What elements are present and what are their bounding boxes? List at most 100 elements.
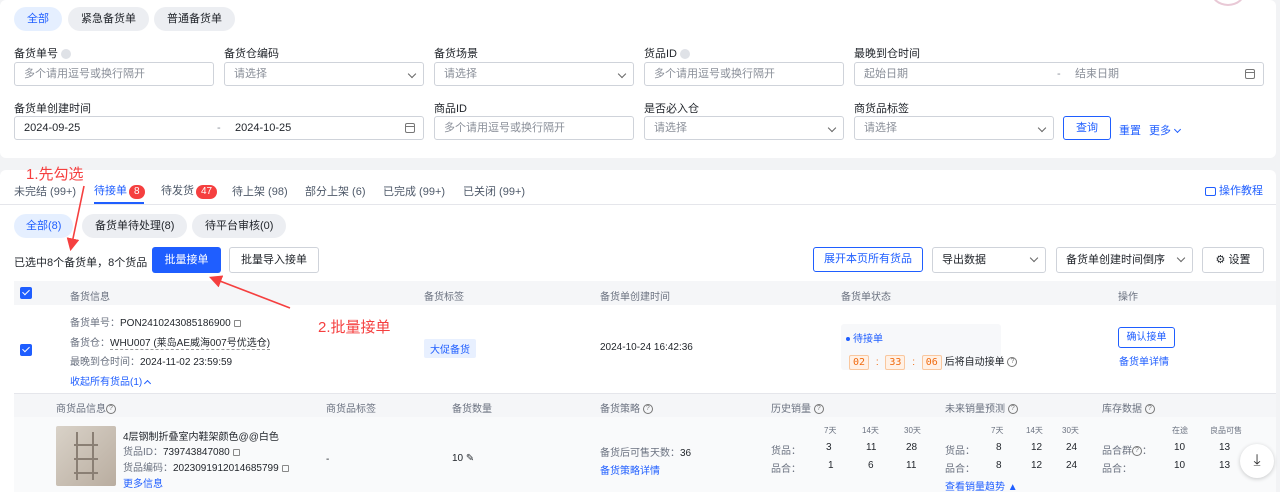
more-info-link[interactable]: 更多信息 — [123, 475, 163, 490]
future-row-group-label: 品合： — [945, 464, 975, 475]
order-no: 备货单号：PON2410243085186900 — [70, 314, 241, 329]
hist-col-7: 7天 — [824, 426, 837, 435]
order-detail-link[interactable]: 备货单详情 — [1119, 353, 1169, 368]
tab-completed[interactable]: 已完成 (99+) — [383, 183, 445, 199]
end-date[interactable]: 结束日期 — [1075, 63, 1119, 85]
tab-pending-ship[interactable]: 待发货 47 — [161, 182, 218, 199]
product-tag-select[interactable]: 请选择 — [854, 116, 1054, 140]
header-order-info: 备货信息 — [70, 292, 110, 303]
tab-closed[interactable]: 已关闭 (99+) — [463, 183, 525, 199]
order-latest-arrival: 最晚到仓时间：2024-11-02 23:59:59 — [70, 357, 233, 368]
sub-header-forecast: 未来销量预测 ? — [945, 400, 1018, 415]
auto-accept-countdown: 02 : 33 : 06 后将自动接单 ? — [849, 353, 1018, 370]
gear-icon: ⚙ — [1215, 254, 1226, 266]
stock-group-sellable: 13 — [1219, 442, 1231, 453]
latest-arrival-range[interactable]: 起始日期 - 结束日期 — [854, 62, 1264, 86]
reset-button[interactable]: 重置 — [1119, 122, 1141, 138]
future-col-14: 14天 — [1026, 426, 1043, 435]
hist-group-14: 6 — [868, 460, 874, 471]
help-icon[interactable]: ? — [1007, 357, 1018, 368]
created-range[interactable]: 2024-09-25 - 2024-10-25 — [14, 116, 424, 140]
row-checkbox[interactable] — [20, 344, 32, 356]
scene-select[interactable]: 请选择 — [434, 62, 634, 86]
batch-import-button[interactable]: 批量导入接单 — [229, 247, 319, 273]
order-no-input[interactable]: 多个请用逗号或换行隔开 — [14, 62, 214, 86]
warehouse-code-label: 备货仓编码 — [224, 48, 279, 60]
created-start[interactable]: 2024-09-25 — [24, 122, 80, 134]
must-enter-label: 是否必入仓 — [644, 103, 699, 115]
order-no-label[interactable]: 备货单号 — [14, 45, 72, 61]
created-end[interactable]: 2024-10-25 — [235, 117, 291, 139]
hist-goods-30: 28 — [906, 442, 918, 453]
expand-all-button[interactable]: 展开本页所有货品 — [813, 247, 923, 272]
sub-header-history: 历史销量 ? — [771, 400, 824, 415]
more-button[interactable]: 更多 — [1149, 122, 1182, 138]
tab-unfinished[interactable]: 未完结 (99+) — [14, 183, 76, 199]
help-icon[interactable]: ? — [1132, 446, 1142, 457]
copy-icon[interactable] — [232, 448, 240, 456]
sub-header-product: 商货品信息? — [56, 400, 116, 415]
download-fab[interactable]: ⤓ — [1240, 444, 1274, 478]
subtab-pending-process[interactable]: 备货单待处理(8) — [82, 214, 188, 238]
header-status: 备货单状态 — [841, 292, 891, 303]
stock-row-group-label: 品合群?： — [1102, 446, 1152, 457]
product-code: 货品编码：20230919120146857​99 — [123, 459, 289, 474]
help-icon[interactable]: ? — [106, 404, 116, 415]
tutorial-link[interactable]: 操作教程 — [1205, 182, 1263, 198]
order-warehouse: 备货仓：WHU007 (莱岛AE威海007号优选仓) — [70, 338, 271, 350]
strategy-detail-link[interactable]: 备货策略详情 — [600, 462, 660, 477]
sub-header-stock: 库存数据 ? — [1102, 400, 1155, 415]
video-icon — [1205, 186, 1216, 196]
range-separator: - — [1057, 68, 1061, 80]
help-icon[interactable]: ? — [1007, 404, 1018, 415]
product-tag-label: 商货品标签 — [854, 103, 909, 115]
annotation-step1: 1.先勾选 — [26, 166, 84, 183]
sort-select[interactable]: 备货单创建时间倒序 — [1056, 247, 1193, 273]
future-goods-14: 12 — [1031, 442, 1043, 453]
subtab-all[interactable]: 全部(8) — [14, 214, 74, 238]
calendar-icon — [1245, 69, 1255, 79]
sub-header-tag: 商货品标签 — [326, 404, 376, 415]
hist-goods-7: 3 — [826, 442, 832, 453]
filter-tab-all[interactable]: 全部 — [14, 7, 62, 31]
tab-pending-shelf[interactable]: 待上架 (98) — [232, 183, 288, 199]
product-name: 4层钢制折叠室内鞋架颜色@@白色 — [123, 432, 279, 443]
future-row-goods-label: 货品： — [945, 446, 975, 457]
product-id-label: 商品ID — [434, 103, 467, 115]
chevron-down-icon — [680, 49, 691, 60]
select-all-checkbox[interactable] — [20, 287, 32, 299]
tab-pending-accept[interactable]: 待接单 8 — [94, 182, 145, 199]
help-icon[interactable]: ? — [642, 404, 653, 415]
warehouse-code-select[interactable]: 请选择 — [224, 62, 424, 86]
chevron-down-icon — [1029, 253, 1039, 263]
must-enter-select[interactable]: 请选择 — [644, 116, 844, 140]
annotation-step2: 2.批量接单 — [318, 319, 391, 336]
stock-row-transit: 10 — [1174, 460, 1186, 471]
copy-icon[interactable] — [281, 464, 289, 472]
edit-icon[interactable]: ✎ — [466, 453, 474, 464]
filter-tab-urgent[interactable]: 紧急备货单 — [68, 7, 149, 31]
filter-tab-normal[interactable]: 普通备货单 — [154, 7, 235, 31]
sales-trend-link[interactable]: 查看销量趋势 ▲ — [945, 478, 1018, 492]
tab-partial-shelf[interactable]: 部分上架 (6) — [305, 183, 366, 199]
collapse-items-link[interactable]: 收起所有货品(1) — [70, 373, 152, 388]
goods-id-label[interactable]: 货品ID — [644, 45, 691, 61]
chevron-up-icon — [143, 379, 152, 388]
batch-accept-button[interactable]: 批量接单 — [152, 247, 221, 273]
export-select[interactable]: 导出数据 — [932, 247, 1046, 273]
chevron-down-icon — [1176, 253, 1186, 263]
product-id-input[interactable]: 多个请用逗号或换行隔开 — [434, 116, 634, 140]
start-date[interactable]: 起始日期 — [864, 68, 908, 80]
settings-button[interactable]: ⚙ 设置 — [1202, 247, 1264, 273]
chevron-down-icon — [407, 69, 417, 79]
confirm-accept-button[interactable]: 确认接单 — [1118, 327, 1175, 348]
item-qty[interactable]: 10 ✎ — [452, 453, 474, 464]
help-icon[interactable]: ? — [1144, 404, 1155, 415]
search-button[interactable]: 查询 — [1063, 116, 1111, 140]
subtab-platform-review[interactable]: 待平台审核(0) — [192, 214, 287, 238]
goods-id-input[interactable]: 多个请用逗号或换行隔开 — [644, 62, 844, 86]
hist-row-goods-label: 货品： — [771, 446, 801, 457]
copy-icon[interactable] — [233, 319, 241, 327]
selection-summary: 已选中8个备货单，8个货品 — [14, 257, 148, 269]
help-icon[interactable]: ? — [813, 404, 824, 415]
